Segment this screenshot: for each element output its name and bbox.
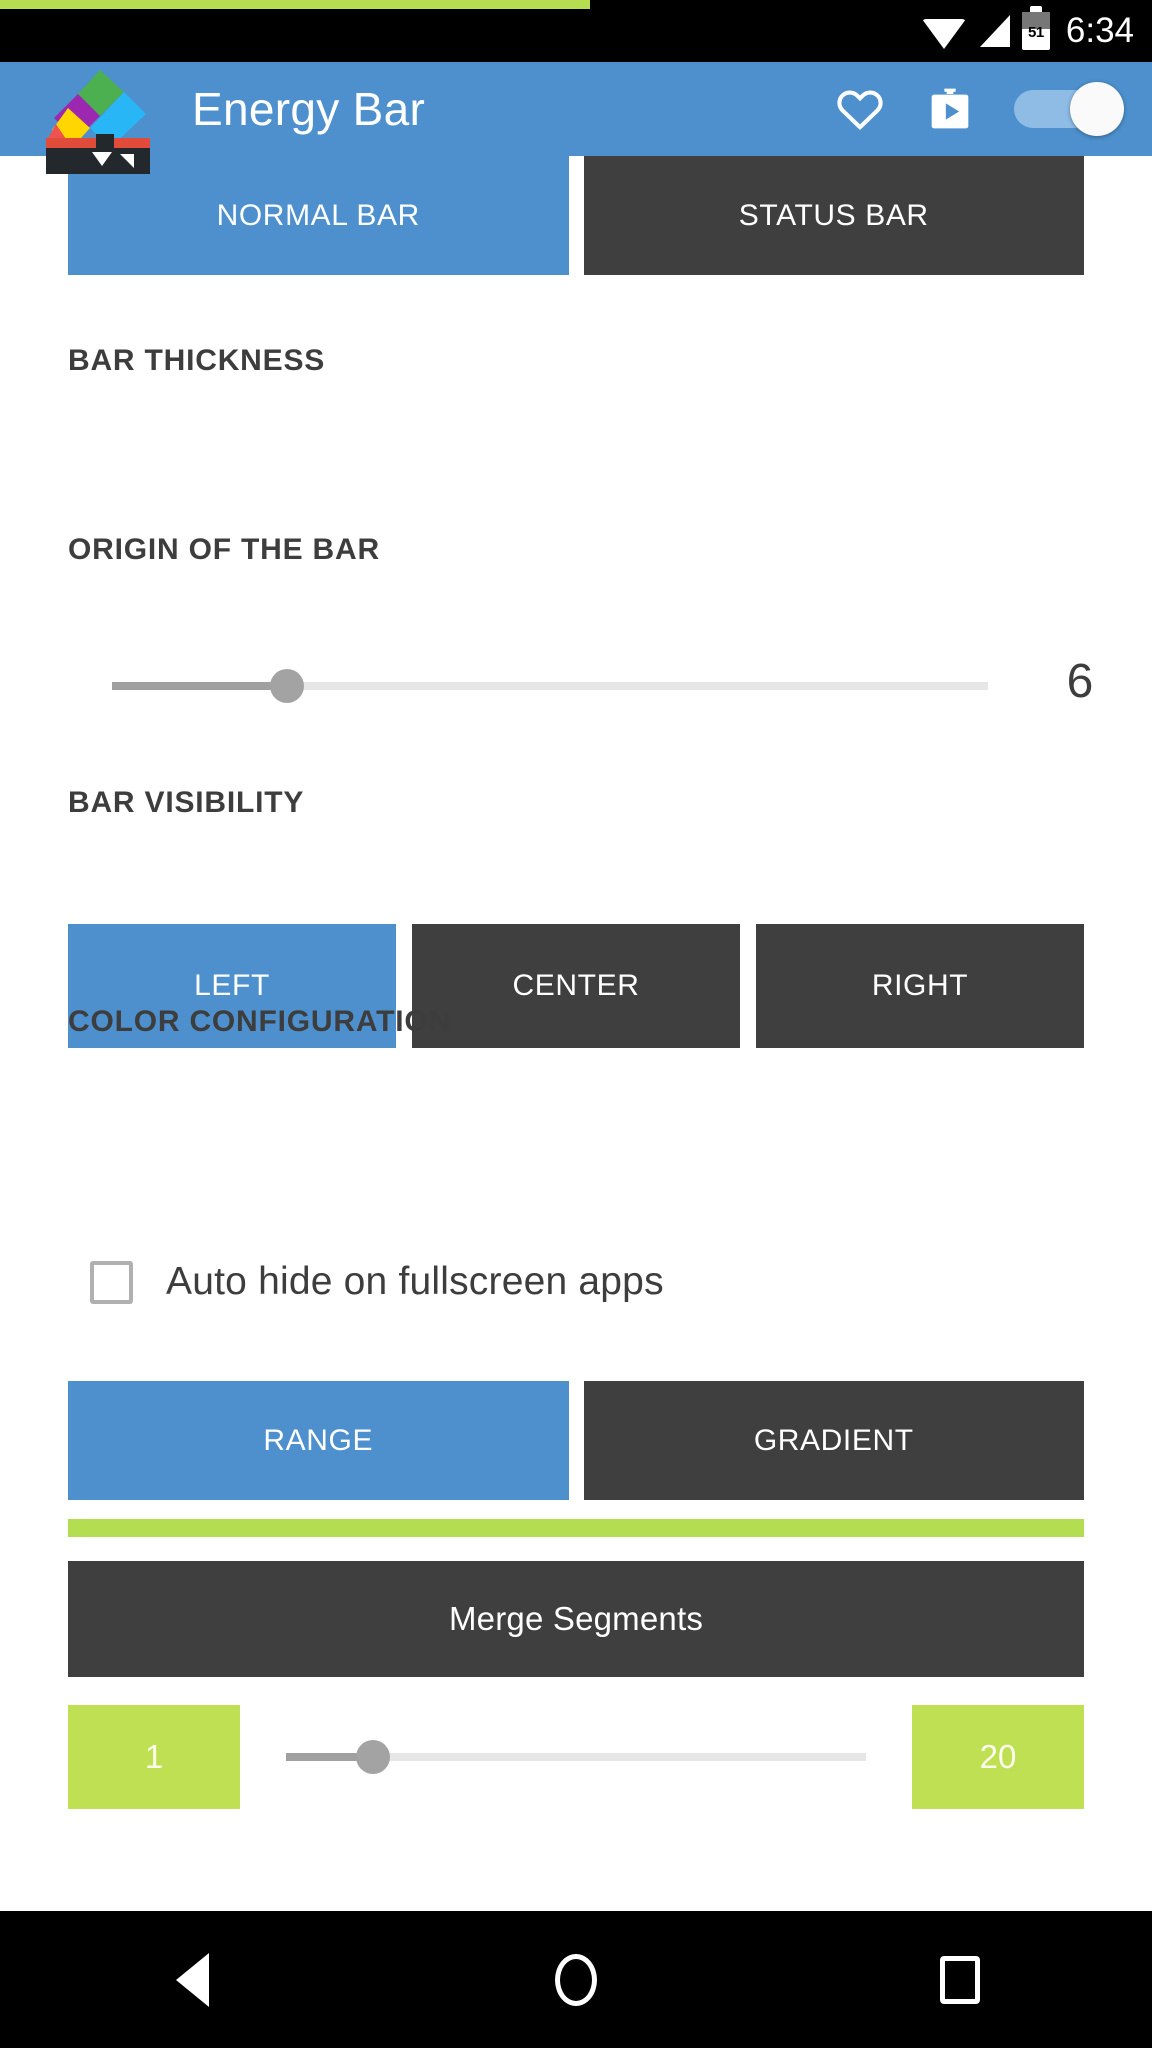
back-button[interactable] <box>117 1911 267 2048</box>
mode-tabs: NORMAL BAR STATUS BAR <box>68 156 1084 275</box>
color-option-gradient[interactable]: GRADIENT <box>583 1381 1084 1500</box>
status-bar-clock: 6:34 <box>1065 11 1134 50</box>
back-triangle-icon <box>175 1952 209 2007</box>
home-button[interactable] <box>501 1911 651 2048</box>
home-circle-icon <box>555 1953 597 2006</box>
color-range-row: 1 20 <box>68 1705 1084 1809</box>
slider-thumb[interactable] <box>270 669 305 703</box>
bar-thickness-slider[interactable] <box>112 669 988 703</box>
app-bar: Energy Bar <box>0 62 1152 174</box>
origin-title: ORIGIN OF THE BAR <box>68 533 380 566</box>
range-start-swatch[interactable]: 1 <box>68 1705 240 1809</box>
recents-button[interactable] <box>885 1911 1035 2048</box>
battery-icon: 51 <box>1021 6 1050 50</box>
color-configuration-title: COLOR CONFIGURATION <box>68 1005 451 1038</box>
app-title: Energy Bar <box>192 83 426 135</box>
master-enable-toggle[interactable] <box>1014 81 1124 137</box>
favorite-heart-icon[interactable] <box>834 83 886 135</box>
settings-content: NORMAL BAR STATUS BAR BAR THICKNESS 6 OR… <box>0 156 1152 1900</box>
range-end-swatch[interactable]: 20 <box>912 1705 1084 1809</box>
auto-hide-checkbox[interactable] <box>90 1260 133 1304</box>
wifi-icon <box>921 15 966 49</box>
auto-hide-checkbox-row[interactable]: Auto hide on fullscreen apps <box>90 1260 664 1304</box>
status-bar: 51 6:34 <box>0 0 1152 62</box>
origin-option-right[interactable]: RIGHT <box>756 924 1084 1048</box>
app-bar-actions <box>834 62 1124 156</box>
play-store-icon[interactable] <box>924 83 976 135</box>
cellular-signal-icon <box>978 15 1010 47</box>
bar-visibility-title: BAR VISIBILITY <box>68 786 305 819</box>
phone-screen: 51 6:34 Energy Bar NORMAL BAR STATUS BAR… <box>0 0 1152 2048</box>
merge-segments-button[interactable]: Merge Segments <box>68 1561 1084 1677</box>
app-logo-icon <box>38 64 158 174</box>
battery-level-label: 51 <box>1028 24 1044 41</box>
bar-thickness-title: BAR THICKNESS <box>68 344 326 377</box>
tab-status-bar[interactable]: STATUS BAR <box>583 156 1084 275</box>
color-preview-bar <box>68 1519 1084 1537</box>
android-navigation-bar <box>0 1911 1152 2048</box>
color-range-slider[interactable] <box>286 1740 866 1774</box>
recents-square-icon <box>940 1955 980 2004</box>
status-bar-icons: 51 6:34 <box>921 0 1134 62</box>
color-configuration-options: RANGE GRADIENT <box>68 1381 1084 1500</box>
energy-bar-overlay <box>0 0 590 9</box>
color-option-range[interactable]: RANGE <box>68 1381 569 1500</box>
toggle-knob <box>1070 82 1124 136</box>
auto-hide-label: Auto hide on fullscreen apps <box>166 1260 664 1303</box>
bar-thickness-value: 6 <box>1066 655 1094 708</box>
range-slider-thumb[interactable] <box>356 1740 390 1774</box>
origin-option-center[interactable]: CENTER <box>412 924 740 1048</box>
slider-fill <box>112 682 288 690</box>
